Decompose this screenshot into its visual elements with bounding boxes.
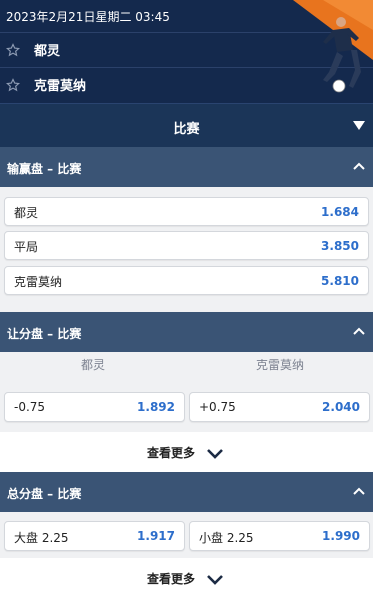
odds-value: 1.684 bbox=[321, 205, 359, 219]
odds-button-under[interactable]: 小盘 2.25 1.990 bbox=[189, 521, 370, 551]
odds-button-handicap-home[interactable]: -0.75 1.892 bbox=[4, 392, 185, 422]
view-more-label: 查看更多 bbox=[147, 572, 196, 586]
star-outline-icon[interactable] bbox=[6, 42, 20, 57]
handicap-line: -0.75 bbox=[14, 400, 46, 414]
chevron-down-icon bbox=[207, 449, 223, 459]
star-outline-icon[interactable] bbox=[6, 77, 20, 92]
view-more-label: 查看更多 bbox=[147, 446, 196, 460]
caret-down-icon bbox=[353, 121, 365, 130]
totals-footer: 查看更多 bbox=[0, 558, 373, 590]
view-more-totals[interactable]: 查看更多 bbox=[0, 562, 373, 590]
column-header-away: 克雷莫纳 bbox=[255, 358, 304, 372]
soccer-player-illustration bbox=[293, 0, 373, 93]
handicap-line: +0.75 bbox=[199, 400, 236, 414]
odds-value: 1.917 bbox=[137, 529, 175, 543]
odds-value: 1.990 bbox=[322, 529, 360, 543]
odds-button-away[interactable]: 克雷莫纳 5.810 bbox=[4, 266, 369, 295]
odds-button-over[interactable]: 大盘 2.25 1.917 bbox=[4, 521, 185, 551]
odds-value: 3.850 bbox=[321, 239, 359, 253]
moneyline-section-header[interactable]: 输赢盘 – 比赛 bbox=[0, 147, 373, 187]
view-more-handicap[interactable]: 查看更多 bbox=[0, 436, 373, 466]
handicap-body: 都灵 克雷莫纳 -0.75 1.892 +0.75 2.040 bbox=[0, 352, 373, 432]
section-title: 总分盘 – 比赛 bbox=[7, 487, 82, 501]
moneyline-body: 都灵 1.684 平局 3.850 克雷莫纳 5.810 bbox=[0, 187, 373, 312]
odds-value: 5.810 bbox=[321, 274, 359, 288]
chevron-up-icon bbox=[353, 487, 365, 495]
column-header-home: 都灵 bbox=[80, 358, 105, 372]
market-period-label: 比赛 bbox=[173, 122, 200, 137]
selection-name: 克雷莫纳 bbox=[14, 275, 63, 289]
odds-button-home[interactable]: 都灵 1.684 bbox=[4, 197, 369, 226]
selection-name: 平局 bbox=[14, 240, 39, 254]
odds-button-draw[interactable]: 平局 3.850 bbox=[4, 231, 369, 260]
handicap-section-header[interactable]: 让分盘 – 比赛 bbox=[0, 312, 373, 352]
total-line: 大盘 2.25 bbox=[14, 531, 69, 545]
total-line: 小盘 2.25 bbox=[199, 531, 254, 545]
odds-value: 1.892 bbox=[137, 400, 175, 414]
totals-body: 大盘 2.25 1.917 小盘 2.25 1.990 bbox=[0, 512, 373, 558]
market-period-selector[interactable]: 比赛 bbox=[0, 103, 373, 147]
odds-value: 2.040 bbox=[322, 400, 360, 414]
chevron-up-icon bbox=[353, 327, 365, 335]
odds-button-handicap-away[interactable]: +0.75 2.040 bbox=[189, 392, 370, 422]
section-title: 输赢盘 – 比赛 bbox=[7, 162, 82, 176]
away-team-name: 克雷莫纳 bbox=[34, 79, 87, 94]
chevron-down-icon bbox=[207, 575, 223, 585]
match-header: 2023年2月21日星期二 03:45 都灵 克雷莫纳 bbox=[0, 0, 373, 103]
chevron-up-icon bbox=[353, 162, 365, 170]
selection-name: 都灵 bbox=[14, 206, 39, 220]
handicap-footer: 查看更多 bbox=[0, 432, 373, 472]
section-title: 让分盘 – 比赛 bbox=[7, 327, 82, 341]
match-datetime: 2023年2月21日星期二 03:45 bbox=[6, 10, 170, 24]
home-team-name: 都灵 bbox=[34, 44, 61, 59]
totals-section-header[interactable]: 总分盘 – 比赛 bbox=[0, 472, 373, 512]
